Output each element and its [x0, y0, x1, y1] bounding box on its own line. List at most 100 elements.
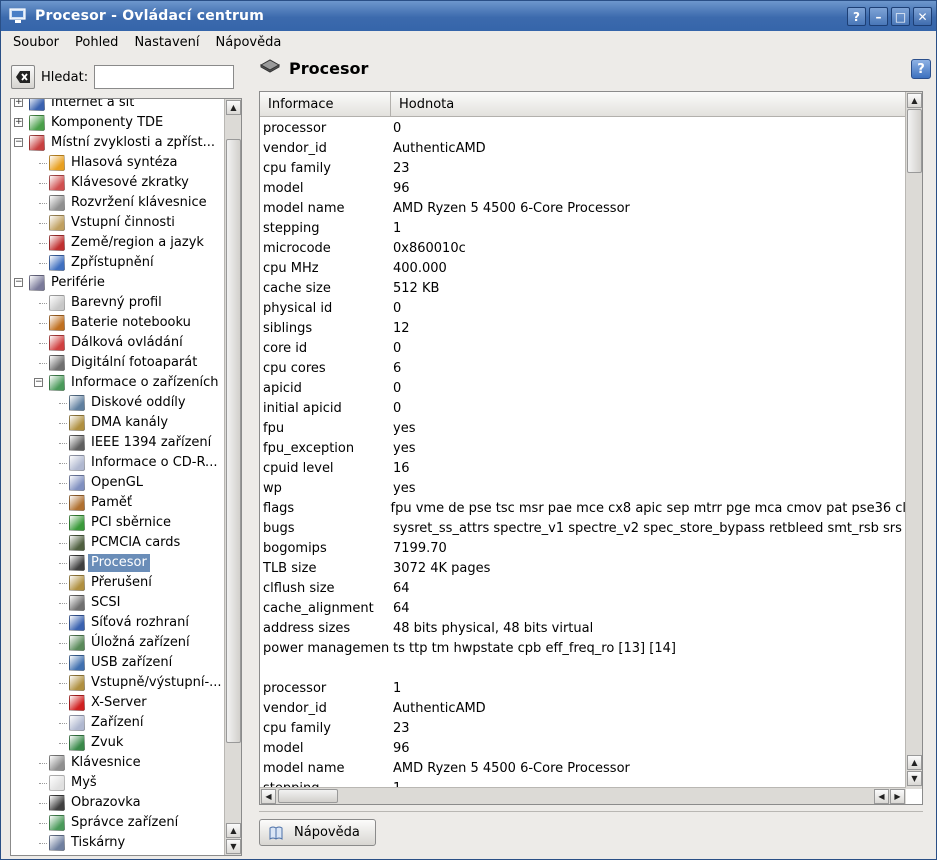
scroll-up-button-lower[interactable]: ▲ — [226, 823, 241, 838]
table-row[interactable]: cpu MHz 400.000 — [260, 258, 906, 278]
hscroll-thumb[interactable] — [278, 789, 338, 803]
collapse-icon[interactable]: − — [14, 138, 23, 147]
table-row[interactable]: address sizes 48 bits physical, 48 bits v… — [260, 618, 906, 638]
table-row[interactable]: siblings 12 — [260, 318, 906, 338]
tree-item[interactable]: Diskové oddíly — [11, 393, 225, 413]
table-row[interactable]: fpu_exception yes — [260, 438, 906, 458]
clear-search-button[interactable] — [11, 65, 35, 89]
table-row[interactable]: vendor_id AuthenticAMD — [260, 698, 906, 718]
table-row[interactable]: apicid 0 — [260, 378, 906, 398]
tree-item[interactable]: + Internet a síť — [11, 99, 225, 113]
tree-item[interactable]: Vstupní činnosti — [11, 213, 225, 233]
menu-soubor[interactable]: Soubor — [13, 35, 59, 50]
tree-item[interactable]: Rozvržení klávesnice — [11, 193, 225, 213]
tree-scrollbar[interactable]: ▲ ▲ ▼ — [224, 99, 241, 855]
tree-item[interactable]: SCSI — [11, 593, 225, 613]
whats-this-button[interactable]: ? — [911, 59, 931, 79]
table-row[interactable]: fpu yes — [260, 418, 906, 438]
minimize-button[interactable]: – — [869, 7, 888, 26]
table-row[interactable]: model name AMD Ryzen 5 4500 6-Core Proces… — [260, 758, 906, 778]
table-row[interactable] — [260, 658, 906, 678]
table-row[interactable]: bugs sysret_ss_attrs spectre_v1 spectre_v… — [260, 518, 906, 538]
title-bar[interactable]: Procesor - Ovládací centrum ? – □ ✕ — [1, 1, 936, 31]
tree-item[interactable]: − Periférie — [11, 273, 225, 293]
tree-item[interactable]: Zpřístupnění — [11, 253, 225, 273]
tree-item[interactable]: Přerušení — [11, 573, 225, 593]
column-hodnota[interactable]: Hodnota — [391, 92, 906, 117]
collapse-icon[interactable]: − — [34, 378, 43, 387]
tree-item[interactable]: Země/region a jazyk — [11, 233, 225, 253]
table-row[interactable]: initial apicid 0 — [260, 398, 906, 418]
tree-item[interactable]: PCI sběrnice — [11, 513, 225, 533]
menu-nastaveni[interactable]: Nastavení — [134, 35, 199, 50]
table-row[interactable]: model name AMD Ryzen 5 4500 6-Core Proces… — [260, 198, 906, 218]
table-row[interactable]: processor 1 — [260, 678, 906, 698]
table-row[interactable]: cpu family 23 — [260, 718, 906, 738]
tree-item[interactable]: Zařízení — [11, 713, 225, 733]
tree-item[interactable]: Paměť — [11, 493, 225, 513]
tree-item[interactable]: Úložná zařízení — [11, 633, 225, 653]
table-hscrollbar[interactable]: ◀ ◀ ▶ — [260, 787, 906, 804]
tree-item[interactable]: PCMCIA cards — [11, 533, 225, 553]
tree-item[interactable]: Baterie notebooku — [11, 313, 225, 333]
tree-item[interactable]: Správce zařízení — [11, 813, 225, 833]
table-row[interactable]: cpu cores 6 — [260, 358, 906, 378]
tree-item[interactable]: Hlasová syntéza — [11, 153, 225, 173]
table-row[interactable]: TLB size 3072 4K pages — [260, 558, 906, 578]
table-scroll-thumb[interactable] — [907, 109, 922, 173]
table-vscrollbar[interactable]: ▲ ▲ ▼ — [905, 92, 922, 789]
maximize-button[interactable]: □ — [891, 7, 910, 26]
search-input[interactable] — [94, 65, 235, 89]
table-row[interactable]: physical id 0 — [260, 298, 906, 318]
scroll-right-button[interactable]: ▶ — [890, 789, 905, 804]
table-scroll-up-button[interactable]: ▲ — [907, 93, 922, 108]
tree-item[interactable]: Obrazovka — [11, 793, 225, 813]
table-scroll-up-button-lower[interactable]: ▲ — [907, 755, 922, 770]
collapse-icon[interactable]: − — [14, 278, 23, 287]
tree-item[interactable]: Dálková ovládání — [11, 333, 225, 353]
tree-item[interactable]: X-Server — [11, 693, 225, 713]
tree-item[interactable]: + Komponenty TDE — [11, 113, 225, 133]
table-row[interactable]: stepping 1 — [260, 218, 906, 238]
tree-item[interactable]: Zvuk — [11, 733, 225, 753]
table-row[interactable]: power managemen ts ttp tm hwpstate cpb ef… — [260, 638, 906, 658]
table-row[interactable]: processor 0 — [260, 118, 906, 138]
tree-item[interactable]: − Informace o zařízeních — [11, 373, 225, 393]
tree-item[interactable]: Procesor — [11, 553, 225, 573]
tree-item[interactable]: DMA kanály — [11, 413, 225, 433]
close-button[interactable]: ✕ — [913, 7, 932, 26]
tree-item[interactable]: USB zařízení — [11, 653, 225, 673]
table-row[interactable]: cpu family 23 — [260, 158, 906, 178]
table-row[interactable]: core id 0 — [260, 338, 906, 358]
table-row[interactable]: vendor_id AuthenticAMD — [260, 138, 906, 158]
table-row[interactable]: cpuid level 16 — [260, 458, 906, 478]
table-row[interactable]: bogomips 7199.70 — [260, 538, 906, 558]
tree-item[interactable]: Vstupně/výstupní-... — [11, 673, 225, 693]
table-row[interactable]: model 96 — [260, 178, 906, 198]
table-row[interactable]: cache_alignment 64 — [260, 598, 906, 618]
help-title-button[interactable]: ? — [847, 7, 866, 26]
tree-item[interactable]: Klávesové zkratky — [11, 173, 225, 193]
tree-item[interactable]: OpenGL — [11, 473, 225, 493]
tree-item[interactable]: − Místní zvyklosti a zpříst... — [11, 133, 225, 153]
column-informace[interactable]: Informace — [260, 92, 391, 117]
tree-item[interactable]: Síťová rozhraní — [11, 613, 225, 633]
table-row[interactable]: microcode 0x860010c — [260, 238, 906, 258]
table-row[interactable]: wp yes — [260, 478, 906, 498]
help-button[interactable]: Nápověda — [259, 819, 376, 846]
menu-napoveda[interactable]: Nápověda — [216, 35, 282, 50]
tree-item[interactable]: Barevný profil — [11, 293, 225, 313]
tree-item[interactable]: Digitální fotoaparát — [11, 353, 225, 373]
table-row[interactable]: flags fpu vme de pse tsc msr pae mce cx8 … — [260, 498, 906, 518]
table-row[interactable]: model 96 — [260, 738, 906, 758]
tree-item[interactable]: Klávesnice — [11, 753, 225, 773]
tree-item[interactable]: Tiskárny — [11, 833, 225, 853]
table-row[interactable]: clflush size 64 — [260, 578, 906, 598]
menu-pohled[interactable]: Pohled — [75, 35, 118, 50]
tree-item[interactable]: Informace o CD-R... — [11, 453, 225, 473]
scroll-up-button[interactable]: ▲ — [226, 100, 241, 115]
expand-icon[interactable]: + — [14, 118, 23, 127]
table-row[interactable]: cache size 512 KB — [260, 278, 906, 298]
expand-icon[interactable]: + — [14, 99, 23, 107]
scroll-left-button-lower[interactable]: ◀ — [874, 789, 889, 804]
